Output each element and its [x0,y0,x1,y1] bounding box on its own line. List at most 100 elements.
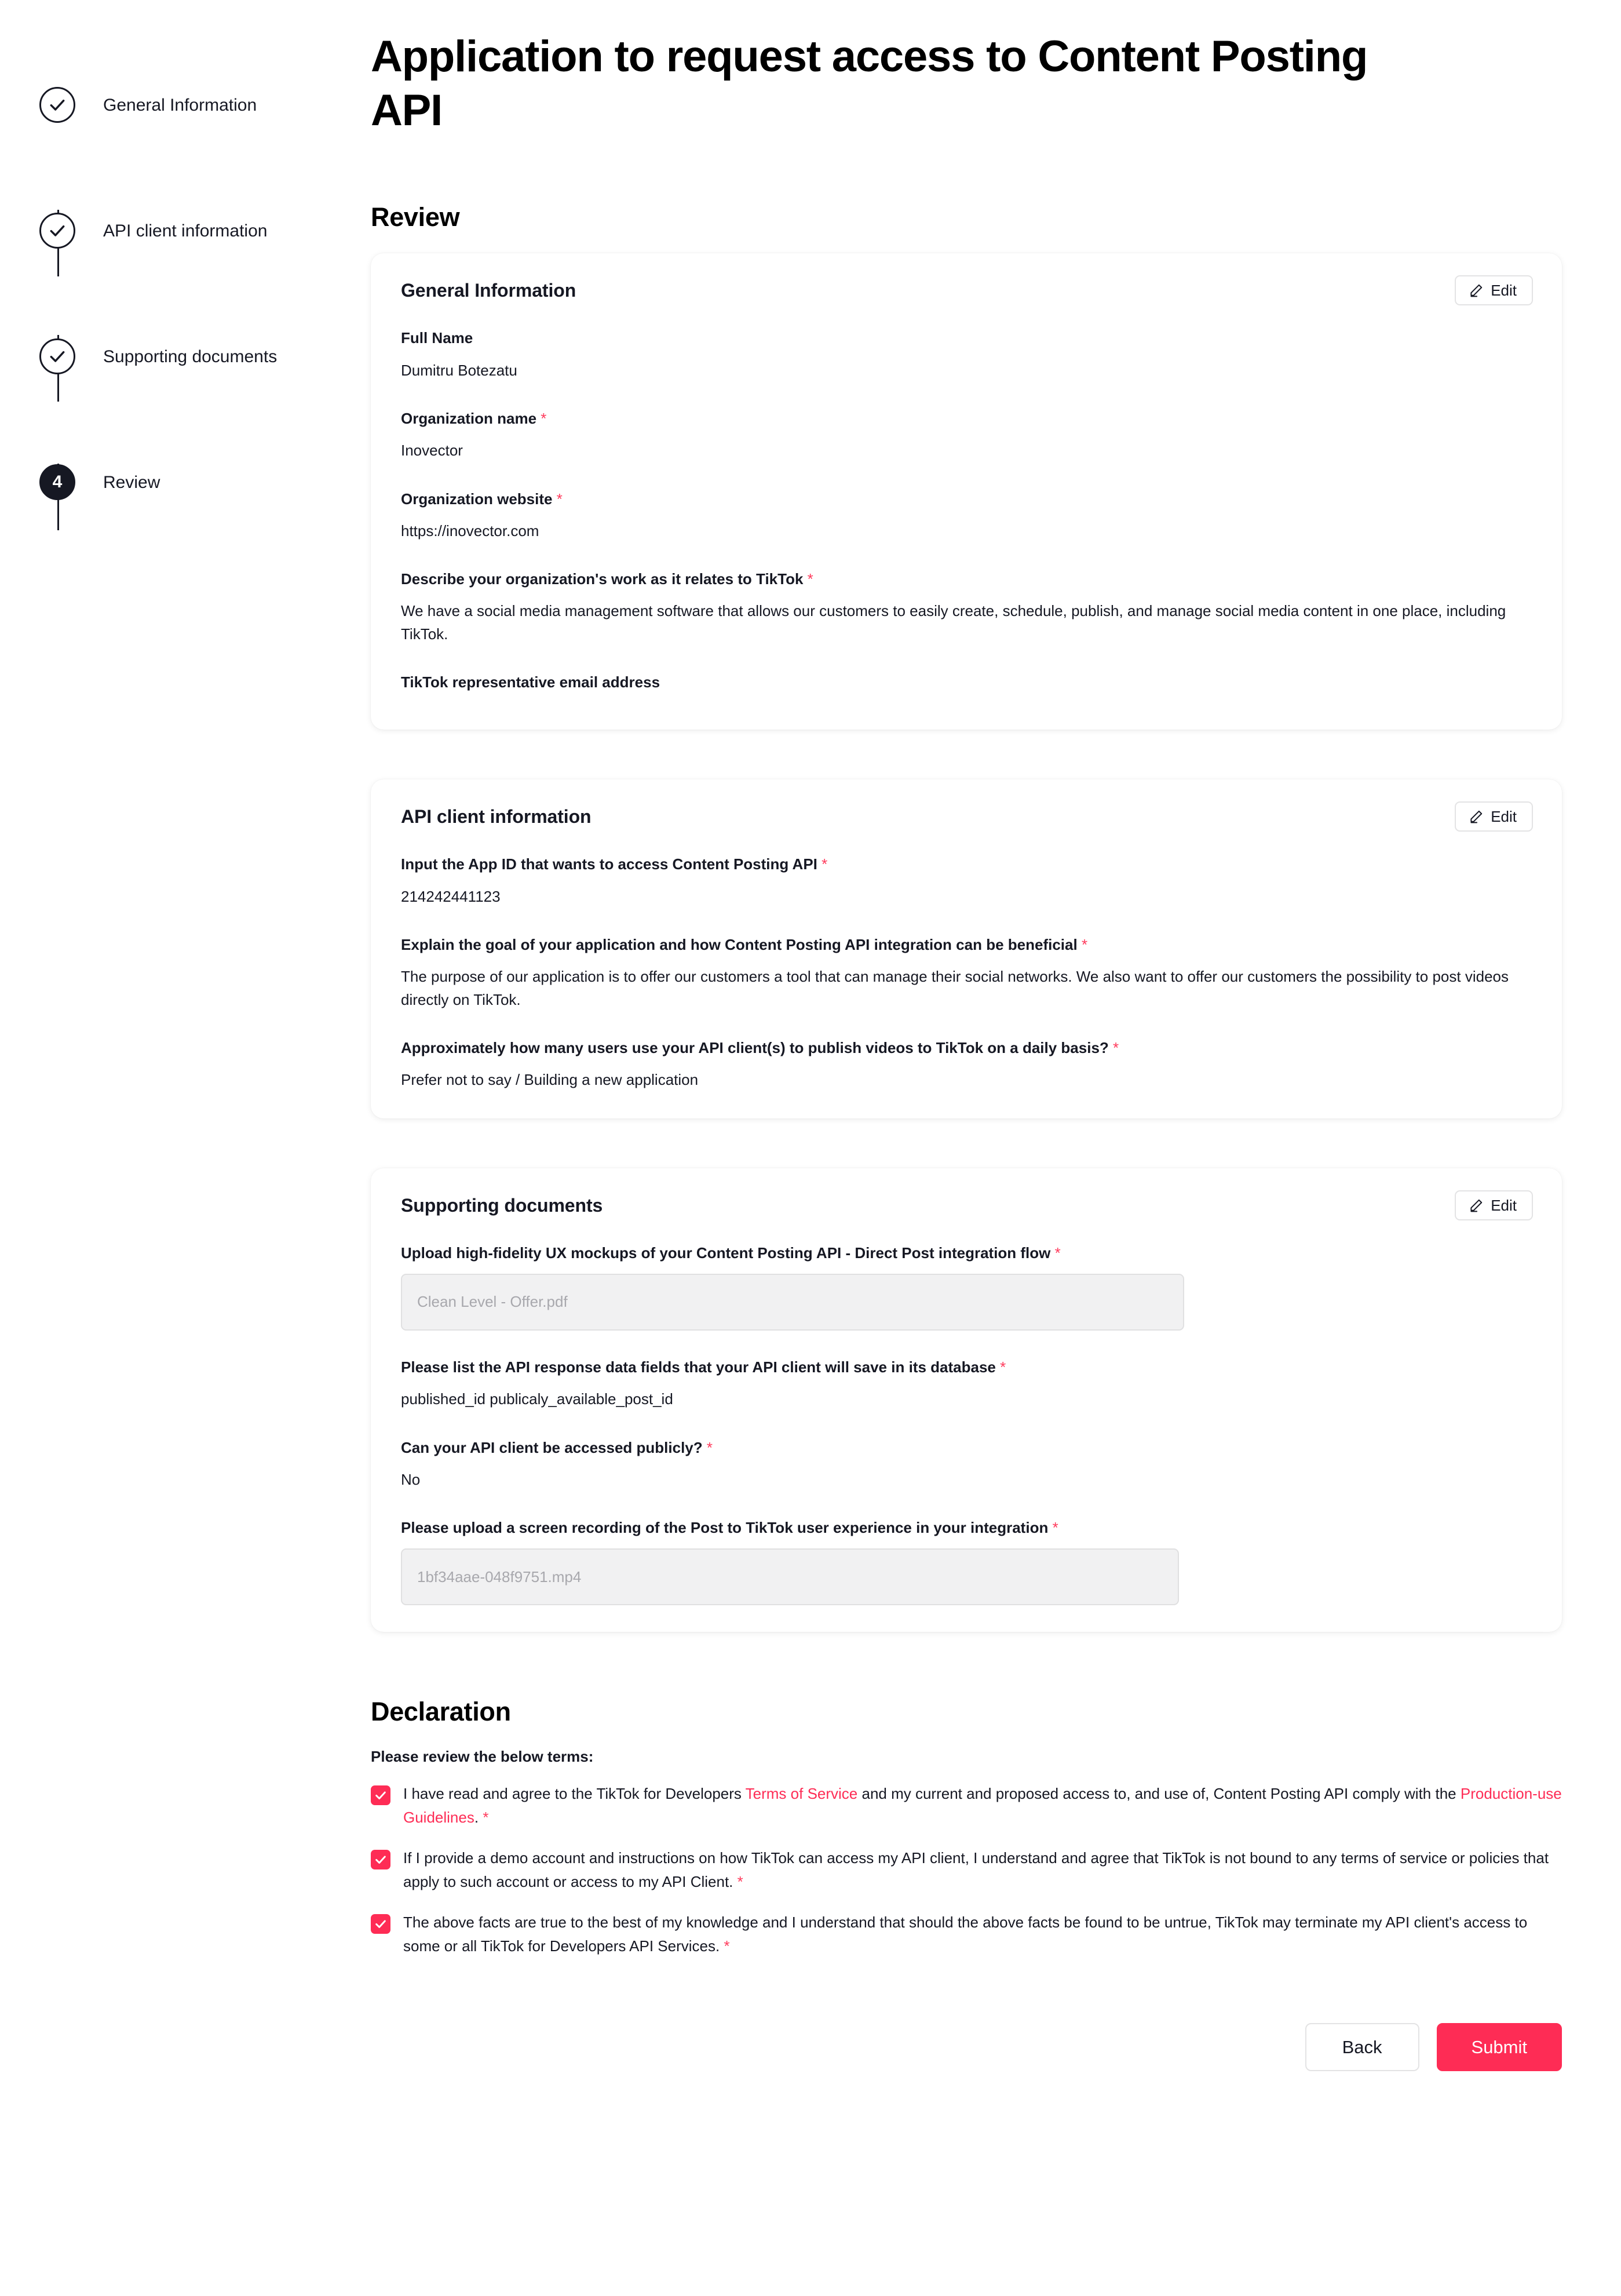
back-button[interactable]: Back [1305,2022,1419,2071]
card-supporting-documents: Supporting documents Edit Upload high-fi… [371,1168,1562,1632]
step-active-circle-4: 4 [39,464,75,500]
field-screen-recording: Please upload a screen recording of the … [401,1518,1532,1606]
field-value-daily-users: Prefer not to say / Building a new appli… [401,1071,699,1089]
term-item: I have read and agree to the TikTok for … [371,1782,1562,1829]
card-title-general: General Information [401,280,576,301]
edit-api-client-information-button[interactable]: Edit [1455,801,1533,832]
terms-of-service-checkbox[interactable] [371,1785,390,1806]
field-response-data-fields: Please list the API response data fields… [401,1357,1532,1411]
step-number: 4 [52,472,63,491]
field-value-describe-work: We have a social media management softwa… [401,602,1506,643]
field-label-daily-users: Approximately how many users use your AP… [401,1039,1119,1057]
required-asterisk: * [556,490,563,508]
stepper-column: General Information API client informati… [0,0,371,2071]
check-icon [48,347,67,366]
step-label-4: Review [103,472,160,492]
required-asterisk: * [1113,1039,1119,1057]
check-icon [374,1853,387,1866]
field-label-organization-name: Organization name * [401,410,547,428]
required-asterisk: * [1000,1358,1006,1376]
edit-supporting-label: Edit [1491,1196,1517,1214]
field-value-public-access: No [401,1470,421,1488]
pencil-icon [1469,809,1484,824]
term-item: If I provide a demo account and instruct… [371,1846,1562,1893]
card-header-supporting: Supporting documents [401,1195,1532,1216]
required-asterisk: * [1052,1519,1058,1537]
required-asterisk: * [1054,1244,1061,1262]
required-asterisk: * [807,570,813,588]
field-organization-name: Organization name * Inovector [401,409,1532,462]
submit-button[interactable]: Submit [1436,2022,1562,2071]
application-review-page: General Information API client informati… [0,0,1621,2071]
card-general-information: General Information Edit Full Name Dumit… [371,253,1562,730]
field-value-full-name: Dumitru Botezatu [401,361,517,379]
term-text-3: The above facts are true to the best of … [403,1914,1528,1955]
sidebar-item-general-information[interactable]: General Information [39,87,371,123]
check-icon [374,1918,387,1930]
required-asterisk: * [822,855,828,873]
declaration-section: Declaration Please review the below term… [371,1697,1562,1958]
required-asterisk: * [706,1438,713,1456]
field-ux-mockups: Upload high-fidelity UX mockups of your … [401,1243,1532,1331]
card-header-general: General Information [401,280,1532,301]
field-label-screen-recording: Please upload a screen recording of the … [401,1519,1058,1537]
required-asterisk: * [1081,936,1088,954]
field-daily-users: Approximately how many users use your AP… [401,1038,1532,1092]
section-title-declaration: Declaration [371,1697,511,1727]
card-title-supporting: Supporting documents [401,1194,603,1216]
field-describe-work: Describe your organization's work as it … [401,569,1532,646]
main-content: Application to request access to Content… [371,0,1621,2071]
field-label-ux-mockups: Upload high-fidelity UX mockups of your … [401,1244,1061,1262]
check-icon [48,96,67,114]
declaration-intro: Please review the below terms: [371,1748,594,1766]
field-application-goal: Explain the goal of your application and… [401,935,1532,1011]
edit-supporting-documents-button[interactable]: Edit [1455,1190,1533,1220]
required-asterisk: * [541,410,547,428]
edit-general-label: Edit [1491,282,1517,300]
field-tiktok-rep-email: TikTok representative email address [401,672,1532,693]
required-asterisk: * [483,1808,489,1826]
term-item: The above facts are true to the best of … [371,1911,1562,1958]
step-label-3: Supporting documents [103,347,278,366]
edit-api-client-label: Edit [1491,808,1517,826]
file-input-ux-mockups[interactable]: Clean Level - Offer.pdf [401,1273,1184,1331]
step-label-2: API client information [103,221,268,240]
field-label-describe-work: Describe your organization's work as it … [401,570,813,588]
field-value-organization-website: https://inovector.com [401,522,539,540]
check-icon [374,1789,387,1802]
step-complete-circle-2 [39,213,75,249]
card-header-api-client: API client information [401,806,1532,828]
field-value-response-data-fields: published_id publicaly_available_post_id [401,1390,673,1408]
field-value-app-id: 214242441123 [401,887,501,905]
step-label-1: General Information [103,95,257,115]
edit-general-information-button[interactable]: Edit [1455,275,1533,306]
terms-of-service-link[interactable]: Terms of Service [746,1785,858,1802]
facts-true-checkbox[interactable] [371,1914,390,1934]
term-text-2: If I provide a demo account and instruct… [403,1849,1549,1890]
required-asterisk: * [724,1937,730,1955]
field-label-full-name: Full Name [401,329,473,347]
step-complete-circle-3 [39,338,75,374]
field-label-response-data-fields: Please list the API response data fields… [401,1358,1006,1376]
sidebar-item-review[interactable]: 4 Review [39,464,371,500]
field-value-application-goal: The purpose of our application is to off… [401,968,1509,1008]
progress-stepper: General Information API client informati… [0,87,371,530]
field-organization-website: Organization website * https://inovector… [401,489,1532,543]
field-label-app-id: Input the App ID that wants to access Co… [401,855,828,873]
demo-account-checkbox[interactable] [371,1850,390,1870]
sidebar-item-supporting-documents[interactable]: Supporting documents [39,338,371,374]
file-input-screen-recording[interactable]: 1bf34aae-048f9751.mp4 [401,1548,1179,1606]
field-label-application-goal: Explain the goal of your application and… [401,936,1088,954]
term-text-1: I have read and agree to the TikTok for … [403,1785,1562,1826]
step-complete-circle-1 [39,87,75,123]
section-title-review: Review [371,202,460,232]
field-value-organization-name: Inovector [401,442,463,460]
check-icon [48,221,67,240]
terms-list: I have read and agree to the TikTok for … [371,1782,1562,1958]
field-label-public-access: Can your API client be accessed publicly… [401,1438,713,1456]
field-label-organization-website: Organization website * [401,490,563,508]
field-public-access: Can your API client be accessed publicly… [401,1438,1532,1492]
sidebar-item-api-client-information[interactable]: API client information [39,213,371,249]
page-title: Application to request access to Content… [371,32,1368,135]
footer-actions: Back Submit [371,2022,1562,2071]
